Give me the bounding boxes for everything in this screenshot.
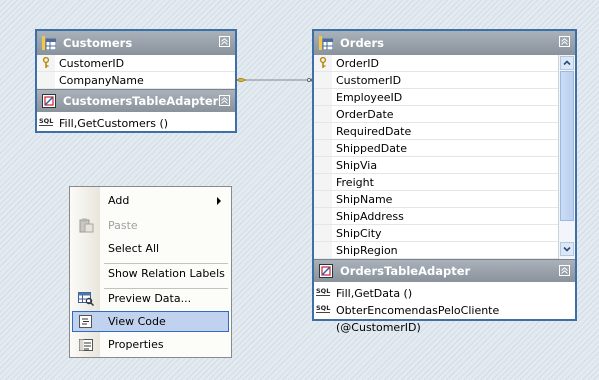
column-row[interactable]: CustomerID (314, 72, 558, 89)
column-row-customerid[interactable]: CustomerID (37, 55, 235, 72)
menu-item-show-relation-labels[interactable]: Show Relation Labels (72, 263, 229, 284)
menu-item-paste[interactable]: Paste (72, 215, 229, 236)
sql-query-icon: SQL (39, 117, 54, 126)
menu-item-view-code[interactable]: View Code (72, 311, 229, 332)
customers-table[interactable]: Customers CustomerID CompanyName Custome… (35, 29, 237, 133)
query-name: Fill,GetCustomers () (59, 117, 169, 130)
column-row[interactable]: ShippedDate (314, 140, 558, 157)
chevron-down-icon (563, 246, 571, 252)
column-row[interactable]: ShipCity (314, 225, 558, 242)
datatable-icon (319, 36, 333, 50)
column-row[interactable]: EmployeeID (314, 89, 558, 106)
primary-key-icon (319, 57, 327, 68)
query-row[interactable]: SQL Fill,GetCustomers () (37, 115, 235, 132)
tableadapter-icon (42, 94, 56, 108)
column-row[interactable]: ShipName (314, 191, 558, 208)
orders-header[interactable]: Orders (314, 31, 575, 55)
orders-adapter-header[interactable]: OrdersTableAdapter (314, 259, 575, 282)
customers-header[interactable]: Customers (37, 31, 235, 55)
orders-title: Orders (340, 36, 384, 50)
column-name: ShipName (336, 193, 393, 206)
column-name: CompanyName (59, 74, 144, 87)
column-row[interactable]: ShipRegion (314, 242, 558, 259)
collapse-chevron-icon[interactable] (219, 36, 230, 47)
column-name: ShipCity (336, 227, 382, 240)
scroll-up-button[interactable] (560, 56, 574, 70)
column-row[interactable]: OrderDate (314, 106, 558, 123)
customers-adapter-header[interactable]: CustomersTableAdapter (37, 89, 235, 112)
column-name: EmployeeID (336, 91, 403, 104)
sql-query-icon: SQL (316, 287, 331, 296)
query-name: ObterEncomendasPeloCliente (@CustomerID) (336, 304, 500, 334)
submenu-arrow-icon (217, 197, 221, 205)
column-row[interactable]: Freight (314, 174, 558, 191)
column-row[interactable]: ShipAddress (314, 208, 558, 225)
column-row[interactable]: RequiredDate (314, 123, 558, 140)
properties-icon (79, 339, 93, 351)
chevron-up-icon (563, 60, 571, 66)
columns-scrollbar[interactable] (558, 55, 575, 259)
query-name: Fill,GetData () (336, 287, 413, 300)
query-row[interactable]: SQL ObterEncomendasPeloCliente (@Custome… (314, 302, 575, 334)
scroll-down-button[interactable] (560, 242, 574, 256)
view-code-icon (79, 315, 92, 328)
column-name: Freight (336, 176, 374, 189)
relation-line[interactable] (236, 78, 316, 82)
collapse-chevron-icon[interactable] (559, 36, 570, 47)
orders-adapter-title: OrdersTableAdapter (340, 264, 471, 278)
tableadapter-icon (319, 264, 333, 278)
column-name: OrderDate (336, 108, 394, 121)
menu-item-add[interactable]: Add (72, 190, 229, 211)
paste-icon (79, 218, 94, 233)
column-row[interactable]: ShipVia (314, 157, 558, 174)
collapse-chevron-icon[interactable] (559, 265, 570, 276)
column-row-orderid[interactable]: OrderID (314, 55, 558, 72)
column-name: ShipAddress (336, 210, 404, 223)
context-menu: Add Paste Select All Show Relation Label… (69, 186, 232, 358)
column-name: RequiredDate (336, 125, 412, 138)
column-row-companyname[interactable]: CompanyName (37, 72, 235, 89)
sql-query-icon: SQL (316, 304, 331, 313)
datatable-icon (42, 36, 56, 50)
menu-item-properties[interactable]: Properties (72, 334, 229, 355)
menu-item-preview-data[interactable]: Preview Data... (72, 288, 229, 309)
customers-adapter-title: CustomersTableAdapter (63, 94, 219, 108)
customers-title: Customers (63, 36, 133, 50)
column-name: OrderID (336, 57, 379, 70)
column-name: ShipRegion (336, 244, 398, 257)
orders-table[interactable]: Orders OrderID CustomerID EmployeeID Ord… (312, 29, 577, 334)
preview-data-icon (78, 292, 94, 306)
column-name: ShipVia (336, 159, 378, 172)
menu-item-select-all[interactable]: Select All (72, 238, 229, 259)
column-name: ShippedDate (336, 142, 408, 155)
scroll-thumb[interactable] (560, 71, 574, 221)
column-name: CustomerID (336, 74, 402, 87)
primary-key-icon (42, 57, 50, 68)
orders-columns-list: OrderID CustomerID EmployeeID OrderDate … (314, 55, 558, 259)
column-name: CustomerID (59, 57, 125, 70)
collapse-chevron-icon[interactable] (219, 95, 230, 106)
query-row[interactable]: SQL Fill,GetData () (314, 285, 575, 302)
